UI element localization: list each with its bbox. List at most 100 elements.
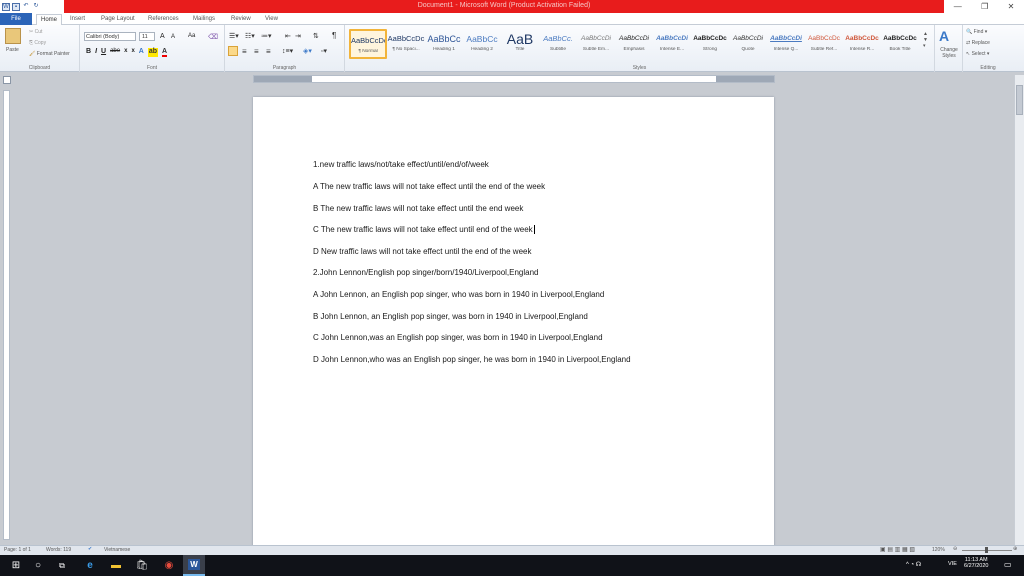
zoom-level[interactable]: 120% <box>932 547 945 553</box>
grow-font-button[interactable]: A <box>160 33 165 40</box>
style-intense-emphasis[interactable]: AaBbCcDi Intense E... <box>653 29 691 59</box>
paste-icon[interactable] <box>5 28 21 44</box>
document-line[interactable]: 2.John Lennon/English pop singer/born/19… <box>313 268 539 277</box>
document-line[interactable]: A John Lennon, an English pop singer, wh… <box>313 290 604 299</box>
font-size-box[interactable]: 11 <box>139 32 155 41</box>
style-emphasis[interactable]: AaBbCcDi Emphasis <box>615 29 653 59</box>
decrease-indent-icon[interactable]: ⇤ <box>285 32 291 40</box>
save-icon[interactable]: ▪ <box>12 2 20 11</box>
minimize-icon[interactable]: — <box>954 2 962 11</box>
change-case-button[interactable]: Aa <box>188 33 195 39</box>
tab-file[interactable]: File <box>0 13 32 25</box>
document-line[interactable]: D John Lennon,who was an English pop sin… <box>313 355 631 364</box>
task-view-icon[interactable]: ⧉ <box>51 555 73 576</box>
scrollbar-thumb[interactable] <box>1016 85 1023 115</box>
superscript-button[interactable]: x <box>131 48 134 57</box>
document-line[interactable]: C John Lennon,was an English pop singer,… <box>313 333 603 342</box>
style-intense-quote[interactable]: AaBbCcDi Intense Q... <box>767 29 805 59</box>
search-icon[interactable]: ○ <box>27 555 49 576</box>
document-line[interactable]: D New traffic laws will not take effect … <box>313 247 531 256</box>
bold-button[interactable]: B <box>86 48 91 57</box>
show-formatting-button[interactable]: ¶ <box>332 31 336 40</box>
text-effects-icon[interactable]: A <box>139 48 144 57</box>
sort-icon[interactable]: ⇅ <box>313 32 319 40</box>
document-line[interactable]: 1.new traffic laws/not/take effect/until… <box>313 160 489 169</box>
language-indicator[interactable]: Vietnamese <box>104 547 130 553</box>
shading-icon[interactable]: ◈▾ <box>303 47 312 55</box>
select-button[interactable]: ↖ Select ▾ <box>966 51 989 57</box>
page-count[interactable]: Page: 1 of 1 <box>4 547 31 553</box>
style-intense-reference[interactable]: AaBbCcDc Intense R... <box>843 29 881 59</box>
undo-icon[interactable]: ↶ <box>22 3 30 11</box>
close-icon[interactable]: ✕ <box>1008 2 1015 11</box>
style-heading-1[interactable]: AaBbCc Heading 1 <box>425 29 463 59</box>
bullets-icon[interactable]: ☰▾ <box>229 32 239 40</box>
restore-icon[interactable]: ❐ <box>981 2 988 11</box>
zoom-out-icon[interactable]: ⊖ <box>953 546 957 552</box>
change-styles-icon[interactable]: A <box>939 28 949 44</box>
tab-page-layout[interactable]: Page Layout <box>101 14 135 25</box>
chrome-icon[interactable]: ◉ <box>158 555 180 576</box>
align-center-icon[interactable]: ≡ <box>242 47 247 56</box>
font-name-box[interactable]: Calibri (Body) <box>84 32 136 41</box>
tab-selector[interactable] <box>3 76 11 84</box>
copy-button[interactable]: ⎘ Copy <box>29 40 46 46</box>
borders-icon[interactable]: ▫▾ <box>321 47 327 55</box>
document-line[interactable]: B The new traffic laws will not take eff… <box>313 204 523 213</box>
format-painter-button[interactable]: 🖌 Format Painter <box>29 51 70 57</box>
strikethrough-button[interactable]: abe <box>110 48 120 57</box>
align-right-icon[interactable]: ≡ <box>254 47 259 56</box>
redo-icon[interactable]: ↻ <box>32 3 40 11</box>
zoom-slider-thumb[interactable] <box>985 547 988 553</box>
style-heading-2[interactable]: AaBbCc Heading 2 <box>463 29 501 59</box>
change-styles-button[interactable]: Change Styles <box>936 47 962 59</box>
increase-indent-icon[interactable]: ⇥ <box>295 32 301 40</box>
vertical-scrollbar[interactable] <box>1014 75 1024 545</box>
word-count[interactable]: Words: 119 <box>46 547 71 553</box>
document-line-with-caret[interactable]: C The new traffic laws will not take eff… <box>313 225 535 235</box>
line-spacing-icon[interactable]: ↕≡▾ <box>282 47 293 55</box>
style-subtle-emphasis[interactable]: AaBbCcDi Subtle Em... <box>577 29 615 59</box>
store-icon[interactable]: 🛍 <box>131 555 153 576</box>
document-line[interactable]: B John Lennon, an English pop singer, wa… <box>313 312 588 321</box>
justify-icon[interactable]: ≡ <box>266 47 271 56</box>
paste-button[interactable]: Paste <box>6 47 19 53</box>
replace-button[interactable]: ⇄ Replace <box>966 40 990 46</box>
highlight-icon[interactable]: ab <box>147 48 159 57</box>
document-line[interactable]: A The new traffic laws will not take eff… <box>313 182 545 191</box>
style-book-title[interactable]: AaBbCcDc Book Title <box>881 29 919 59</box>
vertical-ruler[interactable] <box>3 90 10 540</box>
clear-formatting-icon[interactable]: ⌫ <box>208 33 218 41</box>
tab-view[interactable]: View <box>265 14 278 25</box>
word-taskbar-icon[interactable]: W <box>183 555 205 576</box>
document-page[interactable]: 1.new traffic laws/not/take effect/until… <box>253 97 774 547</box>
clock[interactable]: 11:13 AM 6/27/2020 <box>964 557 988 569</box>
horizontal-ruler[interactable] <box>253 75 775 83</box>
style-title[interactable]: AaB Title <box>501 29 539 59</box>
tray-icons[interactable]: ^ ◔ ☊ <box>906 561 921 568</box>
tab-references[interactable]: References <box>148 14 179 25</box>
cut-button[interactable]: ✂ Cut <box>29 29 42 35</box>
tab-insert[interactable]: Insert <box>70 14 85 25</box>
input-language[interactable]: VIE <box>948 561 957 567</box>
font-color-button[interactable]: A <box>162 48 168 57</box>
subscript-button[interactable]: x <box>124 48 127 57</box>
document-line-text[interactable]: C The new traffic laws will not take eff… <box>313 225 533 234</box>
tab-mailings[interactable]: Mailings <box>193 14 215 25</box>
style-strong[interactable]: AaBbCcDc Strong <box>691 29 729 59</box>
multilevel-list-icon[interactable]: ≔▾ <box>261 32 272 40</box>
style-subtitle[interactable]: AaBbCc. Subtitle <box>539 29 577 59</box>
file-explorer-icon[interactable]: ▬ <box>105 555 127 576</box>
notification-icon[interactable]: ▭ <box>1004 560 1012 569</box>
proofing-icon[interactable]: ✔ <box>88 546 92 552</box>
view-buttons[interactable]: ▣ ▤ ▥ ▦ ▧ <box>880 546 915 553</box>
styles-scroll-icon[interactable]: ▲ ▼ ▾ <box>923 31 928 49</box>
style-no-spacing[interactable]: AaBbCcDc ¶ No Spaci... <box>387 29 425 59</box>
style-subtle-reference[interactable]: AaBbCcDc Subtle Ref... <box>805 29 843 59</box>
edge-icon[interactable]: e <box>79 555 101 576</box>
align-left-icon[interactable] <box>228 46 238 56</box>
zoom-in-icon[interactable]: ⊕ <box>1013 546 1017 552</box>
numbering-icon[interactable]: ☷▾ <box>245 32 255 40</box>
tab-review[interactable]: Review <box>231 14 251 25</box>
style-quote[interactable]: AaBbCcDi Quote <box>729 29 767 59</box>
